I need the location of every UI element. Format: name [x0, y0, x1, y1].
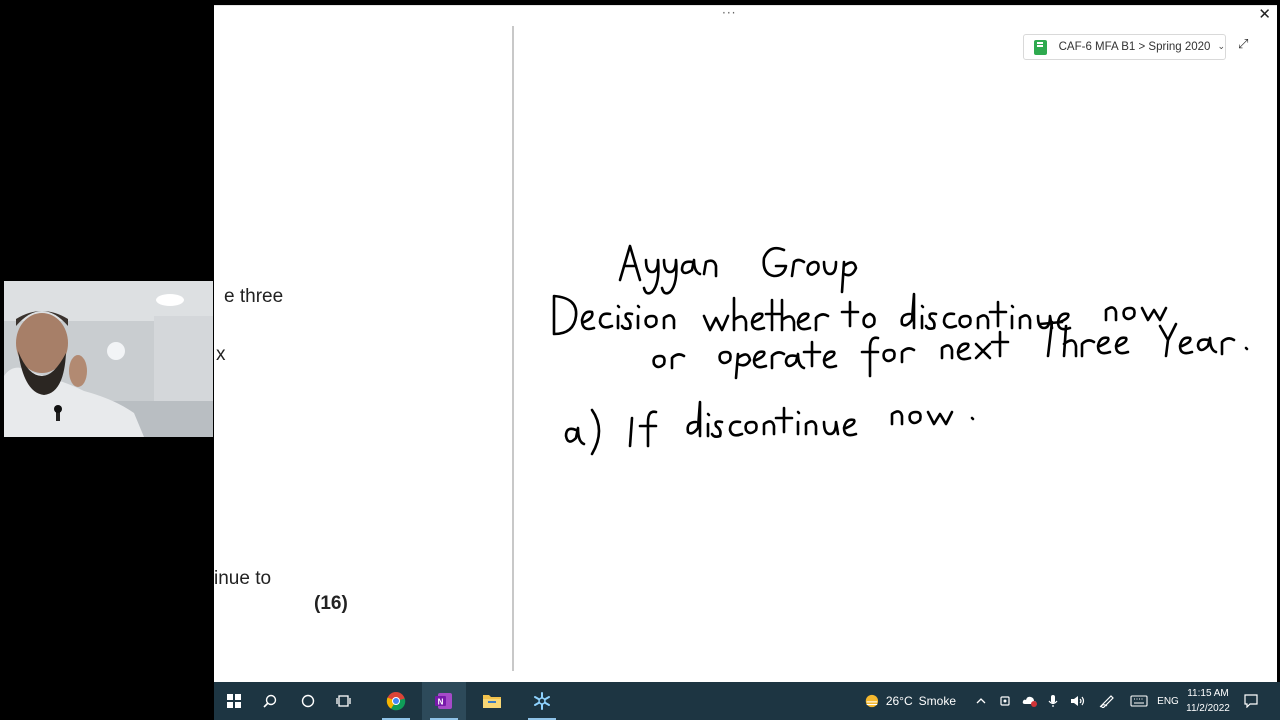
chrome-icon: [386, 692, 406, 711]
speaker-icon: [1071, 696, 1085, 706]
taskbar-app-onenote[interactable]: N: [422, 682, 466, 720]
action-center-button[interactable]: [1240, 682, 1262, 720]
taskbar-app-file-explorer[interactable]: [470, 682, 514, 720]
presenter-panel: [0, 0, 214, 720]
clock-time: 11:15 AM: [1187, 688, 1229, 699]
ink-canvas[interactable]: [514, 26, 1277, 671]
title-bar-handle[interactable]: ···: [722, 6, 736, 20]
tray-onedrive[interactable]: [1020, 682, 1040, 720]
onenote-icon: N: [435, 693, 452, 709]
taskbar-app-chrome[interactable]: [374, 682, 418, 720]
tray-meet-now[interactable]: [996, 682, 1014, 720]
keyboard-icon: [1130, 695, 1148, 707]
search-button[interactable]: [256, 682, 284, 720]
svg-text:N: N: [438, 698, 444, 707]
task-view-button[interactable]: [330, 682, 358, 720]
windows-logo-icon: [227, 694, 241, 708]
title-bar: ··· ✕: [214, 6, 1277, 26]
document-text-fragment: inue to: [214, 568, 272, 589]
task-view-icon: [336, 695, 351, 707]
system-clock[interactable]: 11:15 AM 11/2/2022: [1182, 686, 1234, 716]
tray-volume[interactable]: [1068, 682, 1088, 720]
taskbar-app-snowflake[interactable]: [520, 682, 564, 720]
tray-microphone[interactable]: [1044, 682, 1062, 720]
document-text-fragment: x: [216, 344, 226, 365]
tray-pen[interactable]: [1096, 682, 1118, 720]
start-button[interactable]: [220, 682, 248, 720]
ink-line-decision: [552, 292, 1168, 336]
document-text-fragment: e three: [224, 286, 284, 307]
folder-icon: [483, 695, 501, 708]
chevron-up-icon: [976, 698, 986, 704]
show-hidden-icons-button[interactable]: [972, 682, 990, 720]
pen-icon: [1099, 695, 1114, 708]
tray-touch-keyboard[interactable]: [1128, 682, 1150, 720]
weather-sun-haze-icon: [865, 694, 879, 708]
notification-icon: [1244, 694, 1258, 708]
cortana-button[interactable]: [294, 682, 322, 720]
clock-date: 11/2/2022: [1186, 703, 1230, 714]
microphone-icon: [1048, 695, 1058, 707]
taskbar: N 26°C Smoke ENG 11:15 AM 11/2/2022: [214, 682, 1280, 720]
search-icon: [263, 694, 277, 708]
ink-line-title: [618, 244, 858, 295]
cortana-icon: [301, 694, 315, 708]
shared-document-pane: e three x inue to (16): [214, 26, 512, 671]
webcam-feed: [4, 281, 213, 437]
language-indicator: ENG: [1157, 695, 1179, 707]
meet-now-icon: [1000, 696, 1010, 706]
weather-description: Smoke: [918, 694, 956, 708]
tray-language[interactable]: ENG: [1156, 682, 1180, 720]
ink-line-option-a: [564, 400, 975, 456]
ink-line-operate: [652, 320, 1249, 380]
weather-widget[interactable]: 26°C Smoke: [864, 682, 956, 720]
question-marks: (16): [314, 593, 348, 614]
close-button[interactable]: ✕: [1258, 6, 1271, 22]
cloud-error-icon: [1022, 696, 1037, 707]
onenote-window: ··· ✕ e three x inue to (16) CAF-6 MFA B…: [214, 5, 1277, 682]
snowflake-app-icon: [534, 692, 550, 710]
weather-temperature: 26°C: [885, 694, 913, 708]
